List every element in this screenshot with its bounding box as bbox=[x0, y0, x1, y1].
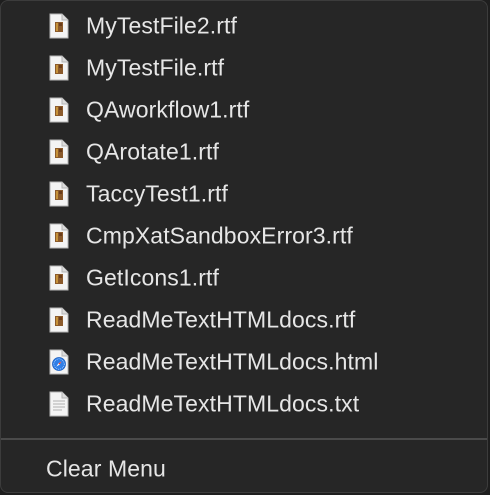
rtf-document-icon bbox=[49, 223, 69, 249]
file-name-label: CmpXatSandboxError3.rtf bbox=[86, 222, 353, 249]
file-name-label: MyTestFile2.rtf bbox=[86, 12, 238, 39]
menu-separator bbox=[1, 438, 487, 440]
safari-html-document-icon bbox=[49, 349, 69, 375]
rtf-document-icon bbox=[49, 97, 69, 123]
recent-file-item[interactable]: QAworkflow1.rtf bbox=[1, 89, 487, 131]
recent-file-item[interactable]: CmpXatSandboxError3.rtf bbox=[1, 215, 487, 257]
clear-menu-label: Clear Menu bbox=[46, 455, 166, 482]
file-name-label: ReadMeTextHTMLdocs.txt bbox=[86, 390, 360, 417]
rtf-document-icon bbox=[49, 55, 69, 81]
file-name-label: ReadMeTextHTMLdocs.rtf bbox=[86, 306, 356, 333]
recent-file-item[interactable]: QArotate1.rtf bbox=[1, 131, 487, 173]
rtf-document-icon bbox=[49, 181, 69, 207]
rtf-document-icon bbox=[49, 307, 69, 333]
file-name-label: MyTestFile.rtf bbox=[86, 54, 225, 81]
rtf-document-icon bbox=[49, 265, 69, 291]
recent-file-item[interactable]: GetIcons1.rtf bbox=[1, 257, 487, 299]
file-name-label: TaccyTest1.rtf bbox=[86, 180, 228, 207]
clear-menu-item[interactable]: Clear Menu bbox=[1, 448, 487, 490]
recent-file-item[interactable]: MyTestFile2.rtf bbox=[1, 5, 487, 47]
text-document-icon bbox=[49, 391, 69, 417]
file-name-label: QArotate1.rtf bbox=[86, 138, 219, 165]
recent-file-item[interactable]: ReadMeTextHTMLdocs.txt bbox=[1, 383, 487, 425]
file-name-label: ReadMeTextHTMLdocs.html bbox=[86, 348, 379, 375]
rtf-document-icon bbox=[49, 13, 69, 39]
recent-file-item[interactable]: ReadMeTextHTMLdocs.html bbox=[1, 341, 487, 383]
rtf-document-icon bbox=[49, 139, 69, 165]
file-name-label: QAworkflow1.rtf bbox=[86, 96, 250, 123]
recent-file-item[interactable]: TaccyTest1.rtf bbox=[1, 173, 487, 215]
open-recent-menu: MyTestFile2.rtf MyTestFile.rtf QAworkflo… bbox=[0, 0, 488, 493]
recent-file-item[interactable]: MyTestFile.rtf bbox=[1, 47, 487, 89]
recent-file-item[interactable]: ReadMeTextHTMLdocs.rtf bbox=[1, 299, 487, 341]
file-name-label: GetIcons1.rtf bbox=[86, 264, 219, 291]
